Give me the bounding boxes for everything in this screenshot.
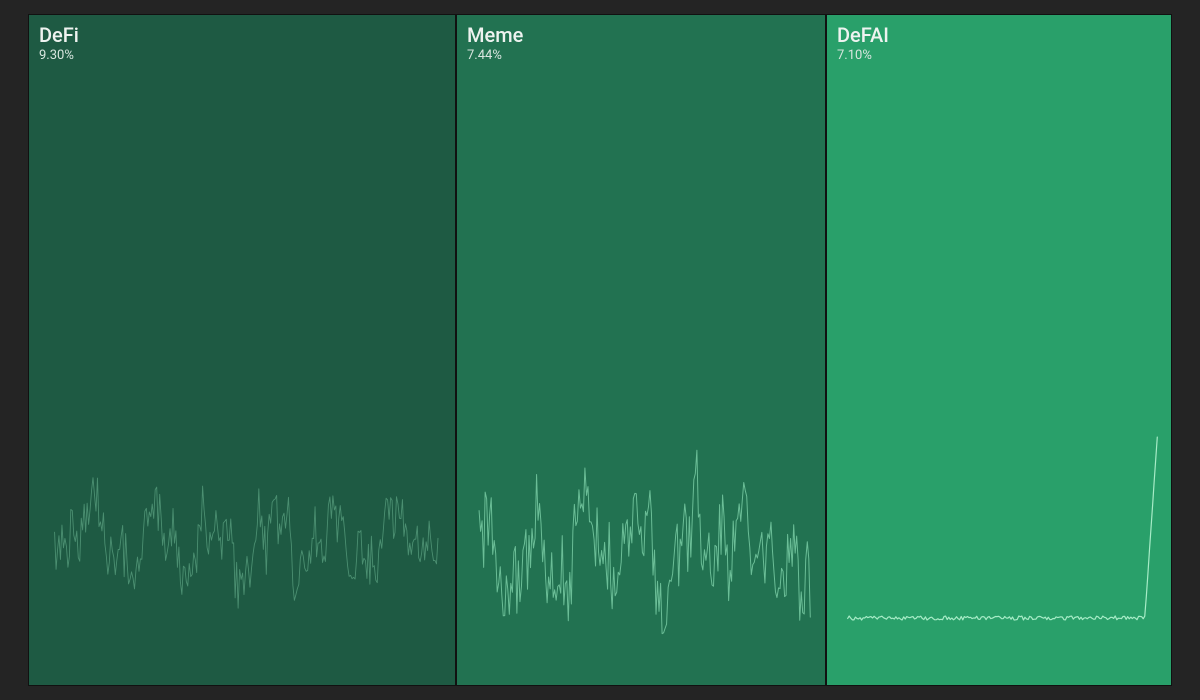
tile-label: DeFi 9.30% [39, 23, 79, 63]
tile-label: Meme 7.44% [467, 23, 523, 63]
tile-percent: 9.30% [39, 48, 79, 63]
tile-defi[interactable]: DeFi 9.30% [28, 14, 456, 686]
sparkline-defi [29, 15, 455, 685]
tile-title: DeFi [39, 23, 79, 47]
tile-title: Meme [467, 23, 523, 47]
tile-meme[interactable]: Meme 7.44% [456, 14, 826, 686]
tile-percent: 7.44% [467, 48, 523, 63]
sparkline-defai [827, 15, 1171, 685]
tile-title: DeFAI [837, 23, 889, 47]
sector-treemap: DeFi 9.30% Meme 7.44% DeFAI 7.10% [28, 14, 1172, 686]
sparkline-meme [457, 15, 825, 685]
tile-label: DeFAI 7.10% [837, 23, 889, 63]
tile-percent: 7.10% [837, 48, 889, 63]
tile-defai[interactable]: DeFAI 7.10% [826, 14, 1172, 686]
